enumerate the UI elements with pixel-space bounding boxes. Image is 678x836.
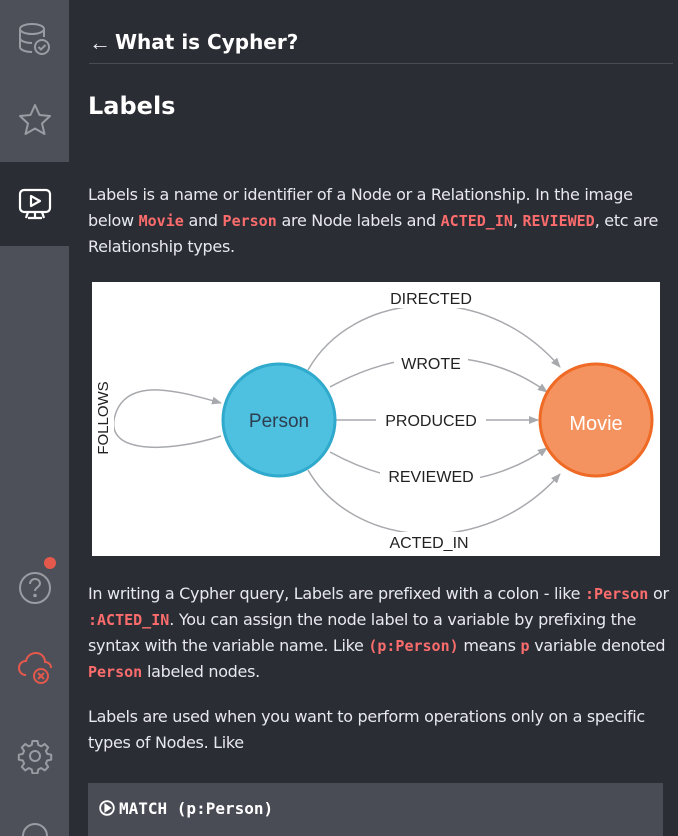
- notification-dot: [44, 557, 56, 569]
- favorites-button[interactable]: [0, 80, 69, 160]
- rel-acted-in-label: ACTED_IN: [389, 535, 468, 552]
- code-text: MATCH (p:Person): [119, 799, 274, 818]
- drawer-title: What is Cypher?: [115, 30, 299, 54]
- paragraph-prefix: In writing a Cypher query, Labels are pr…: [88, 581, 673, 685]
- rel-wrote-label: WROTE: [401, 356, 461, 373]
- gear-icon: [17, 738, 53, 774]
- user-icon: [17, 806, 53, 836]
- account-button[interactable]: [0, 806, 69, 836]
- rel-follows-line: [113, 389, 222, 449]
- rel-follows-label: FOLLOWS: [95, 381, 112, 454]
- labels-diagram: Person Movie DIRECTED WROTE PRODUCED REV…: [92, 282, 660, 556]
- code-reviewed: REVIEWED: [522, 212, 595, 230]
- star-icon: [17, 102, 53, 138]
- paragraph-usage: Labels are used when you want to perform…: [88, 707, 645, 752]
- text: labeled nodes.: [142, 662, 260, 681]
- code-person-label: :Person: [585, 585, 649, 603]
- code-block[interactable]: MATCH (p:Person): [88, 783, 663, 836]
- code-person-name: Person: [88, 663, 143, 681]
- text: are Node labels and: [276, 211, 441, 230]
- paragraph-intro: Labels is a name or identifier of a Node…: [88, 182, 673, 260]
- database-icon: [17, 22, 53, 58]
- back-arrow-icon[interactable]: ←: [89, 32, 111, 54]
- play-icon[interactable]: [99, 800, 115, 820]
- rel-produced-label: PRODUCED: [385, 413, 477, 430]
- node-movie-label: Movie: [569, 413, 622, 435]
- sidebar: [0, 0, 69, 836]
- monitor-play-icon: [17, 186, 53, 222]
- database-button[interactable]: [0, 0, 69, 80]
- text: or: [648, 584, 669, 603]
- cloud-error-icon: [16, 649, 54, 687]
- section-title: Labels: [88, 92, 176, 120]
- drawer-header: ← What is Cypher?: [89, 25, 673, 64]
- text: and: [183, 211, 223, 230]
- help-icon: [17, 570, 53, 606]
- node-person-label: Person: [249, 411, 309, 432]
- code-variable-example: (p:Person): [368, 637, 459, 655]
- text: variable denoted: [529, 636, 666, 655]
- guide-drawer: ← What is Cypher? Labels Labels is a nam…: [69, 0, 678, 836]
- code-movie: Movie: [138, 212, 184, 230]
- rel-reviewed-label: REVIEWED: [388, 469, 473, 486]
- rel-directed-label: DIRECTED: [390, 291, 472, 308]
- settings-button[interactable]: [0, 716, 69, 796]
- text: means: [458, 636, 521, 655]
- code-acted-in: ACTED_IN: [440, 212, 513, 230]
- code-acted-in-label: :ACTED_IN: [88, 611, 170, 629]
- sync-button[interactable]: [0, 628, 69, 708]
- code-person: Person: [222, 212, 277, 230]
- guides-button[interactable]: [0, 162, 69, 246]
- text: In writing a Cypher query, Labels are pr…: [88, 584, 586, 603]
- help-button[interactable]: [0, 548, 69, 628]
